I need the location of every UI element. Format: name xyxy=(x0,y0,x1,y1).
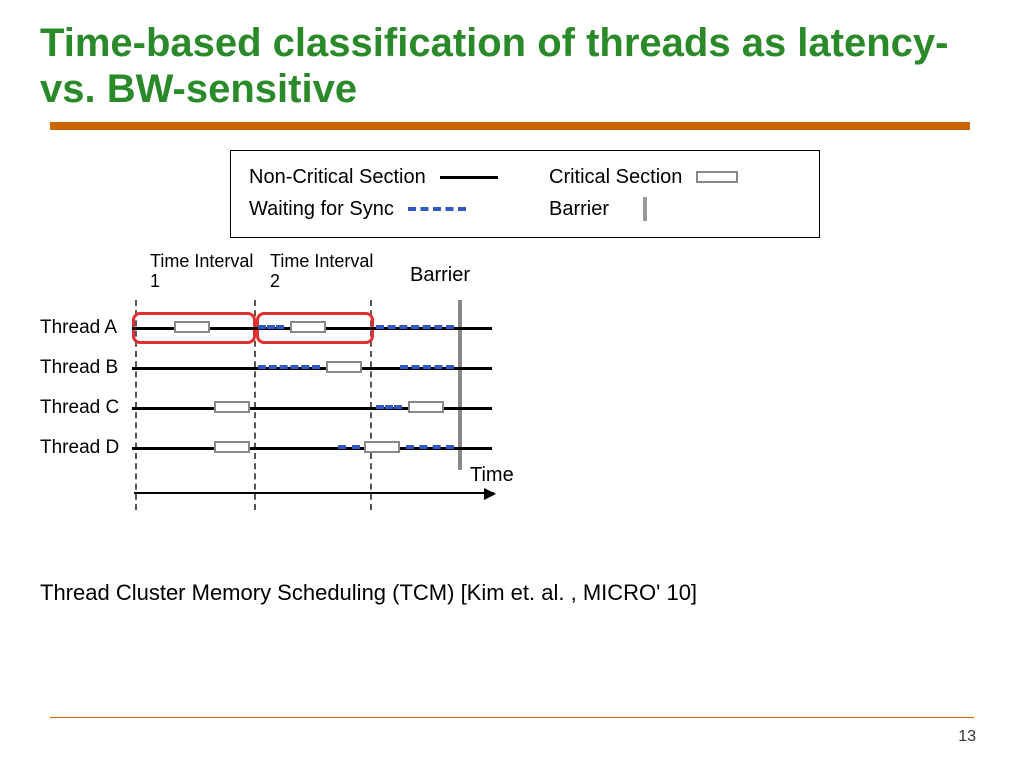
legend-barrier: Barrier xyxy=(549,197,799,221)
thread-c-label: Thread C xyxy=(40,397,132,419)
thread-a-label: Thread A xyxy=(40,317,132,339)
legend-row-2: Waiting for Sync Barrier xyxy=(249,193,801,225)
wait-segment xyxy=(376,325,454,329)
wait-segment xyxy=(258,365,320,369)
crit-segment xyxy=(364,441,400,453)
thread-c-timeline xyxy=(132,407,492,410)
thread-d-label: Thread D xyxy=(40,437,132,459)
wait-segment xyxy=(400,365,454,369)
thread-row-d: Thread D xyxy=(40,428,492,468)
barrier-icon xyxy=(643,197,647,221)
line-solid-icon xyxy=(440,176,498,179)
thread-row-b: Thread B xyxy=(40,348,492,388)
thread-d-timeline xyxy=(132,447,492,450)
page-number: 13 xyxy=(958,728,976,746)
slide-title: Time-based classification of threads as … xyxy=(40,20,984,112)
legend-box: Non-Critical Section Critical Section Wa… xyxy=(230,150,820,238)
legend-row-1: Non-Critical Section Critical Section xyxy=(249,161,801,193)
crit-segment xyxy=(174,321,210,333)
interval-1-label: Time Interval 1 xyxy=(150,252,260,292)
footnote: Thread Cluster Memory Scheduling (TCM) [… xyxy=(40,580,697,606)
crit-segment xyxy=(214,441,250,453)
thread-a-timeline xyxy=(132,327,492,330)
rect-icon xyxy=(696,171,738,183)
thread-b-timeline xyxy=(132,367,492,370)
slide: Time-based classification of threads as … xyxy=(0,0,1024,768)
interval-2-label: Time Interval 2 xyxy=(270,252,380,292)
wait-segment xyxy=(406,445,454,449)
barrier-label: Barrier xyxy=(410,264,470,287)
time-axis-label: Time xyxy=(470,464,514,487)
thread-b-label: Thread B xyxy=(40,357,132,379)
wait-segment xyxy=(258,325,284,329)
time-axis-arrow xyxy=(134,492,494,494)
legend-barrier-label: Barrier xyxy=(549,198,609,221)
legend-noncritical: Non-Critical Section xyxy=(249,166,549,189)
timeline-diagram: Time Interval 1 Time Interval 2 Barrier … xyxy=(40,252,760,592)
legend-waiting: Waiting for Sync xyxy=(249,198,549,221)
dash-icon xyxy=(408,207,466,211)
thread-row-a: Thread A xyxy=(40,308,492,348)
wait-segment xyxy=(376,405,402,409)
crit-segment xyxy=(408,401,444,413)
interval-labels: Time Interval 1 Time Interval 2 xyxy=(150,252,380,292)
title-underline xyxy=(50,122,970,130)
wait-segment xyxy=(338,445,360,449)
legend-critical: Critical Section xyxy=(549,166,799,189)
crit-segment xyxy=(214,401,250,413)
legend-critical-label: Critical Section xyxy=(549,166,682,189)
legend-waiting-label: Waiting for Sync xyxy=(249,198,394,221)
crit-segment xyxy=(326,361,362,373)
thread-row-c: Thread C xyxy=(40,388,492,428)
crit-segment xyxy=(290,321,326,333)
threads: Thread A Thread B Thread C xyxy=(40,308,492,468)
legend-noncritical-label: Non-Critical Section xyxy=(249,166,426,189)
footer-rule xyxy=(50,717,974,718)
